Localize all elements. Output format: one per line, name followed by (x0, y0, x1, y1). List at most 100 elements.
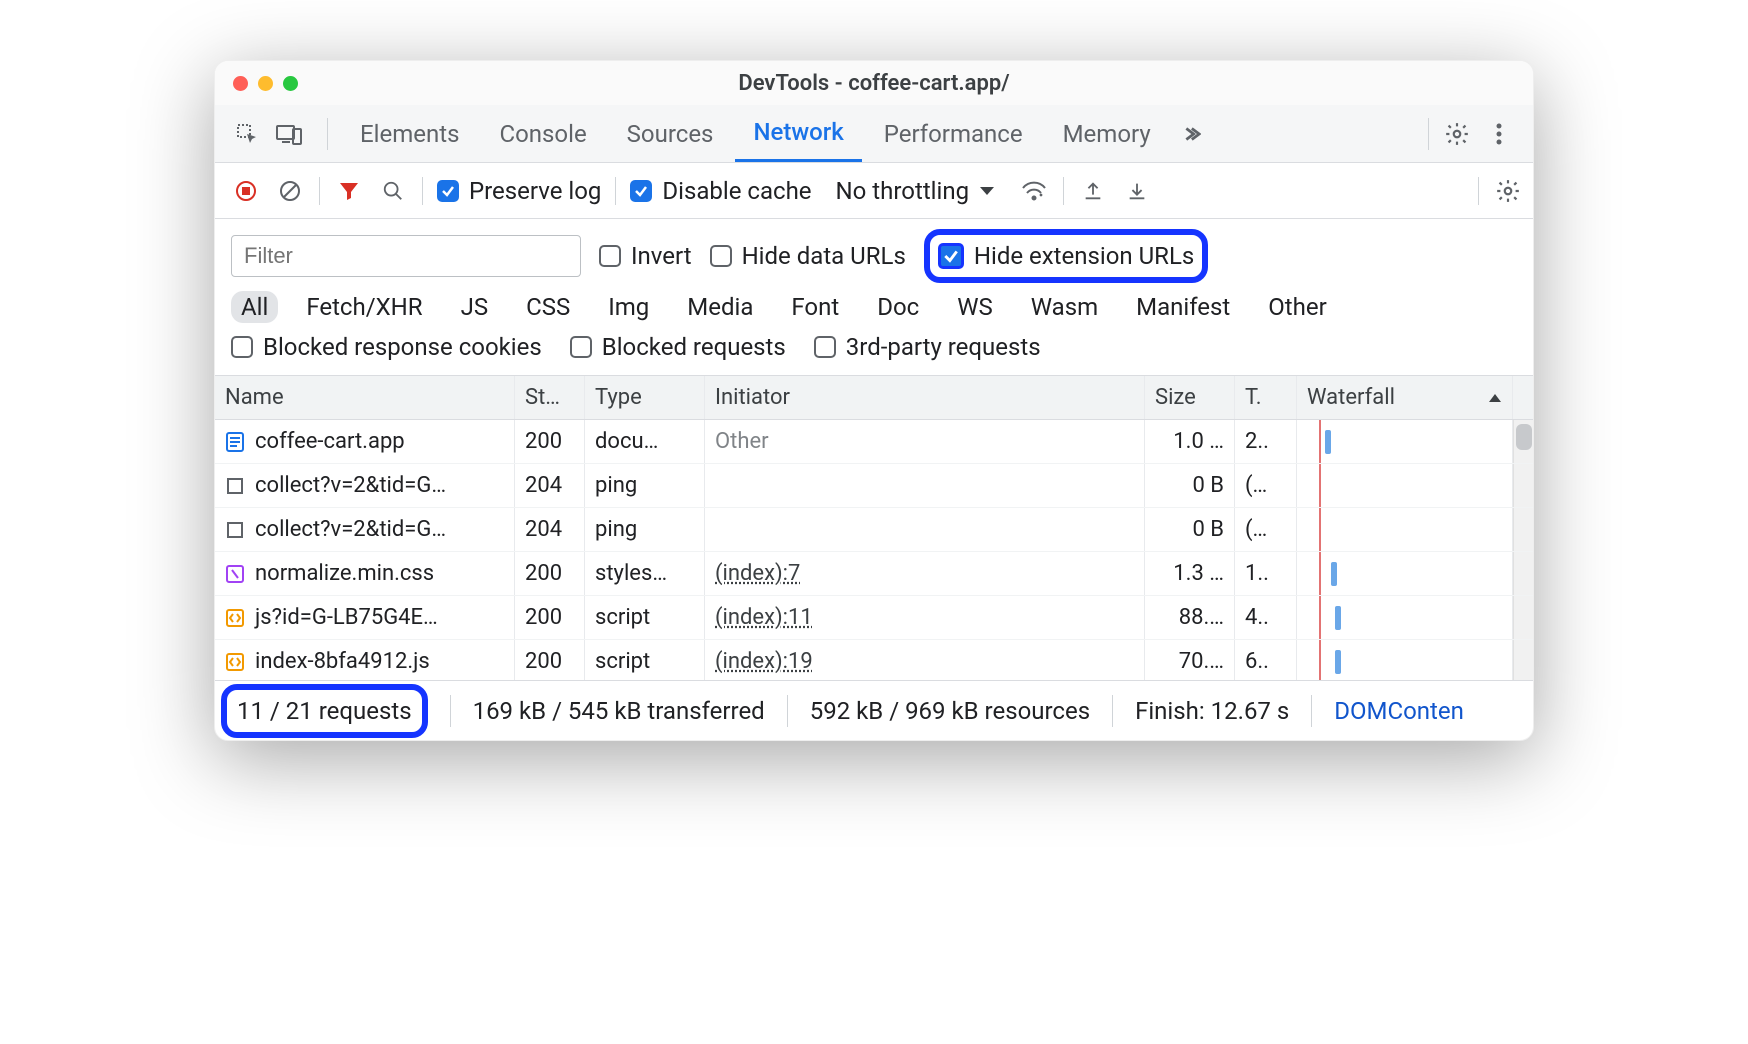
tab-network[interactable]: Network (735, 105, 861, 162)
table-row[interactable]: collect?v=2&tid=G…204ping0 B(… (215, 508, 1533, 552)
network-settings-icon[interactable] (1493, 176, 1523, 206)
table-row[interactable]: normalize.min.css200styles…(index):71.3 … (215, 552, 1533, 596)
col-waterfall[interactable]: Waterfall (1297, 376, 1513, 419)
hide-data-urls-checkbox[interactable]: Hide data URLs (710, 242, 906, 270)
third-party-label: 3rd-party requests (846, 333, 1041, 361)
table-row[interactable]: js?id=G-LB75G4E…200script(index):1188.…4… (215, 596, 1533, 640)
tab-console[interactable]: Console (481, 105, 604, 162)
request-type: styles… (585, 552, 705, 595)
filter-icon[interactable] (334, 176, 364, 206)
chip-doc[interactable]: Doc (867, 291, 929, 323)
preserve-log-checkbox[interactable]: Preserve log (437, 177, 601, 205)
chip-all[interactable]: All (231, 291, 278, 323)
tab-sources[interactable]: Sources (609, 105, 732, 162)
transferred-size: 169 kB / 545 kB transferred (473, 697, 765, 725)
col-time[interactable]: T. (1235, 376, 1297, 419)
separator (319, 177, 320, 205)
separator (422, 177, 423, 205)
chip-media[interactable]: Media (677, 291, 763, 323)
request-size: 1.3 … (1145, 552, 1235, 595)
more-tabs-button[interactable] (1173, 123, 1207, 145)
col-initiator[interactable]: Initiator (705, 376, 1145, 419)
network-conditions-icon[interactable] (1019, 176, 1049, 206)
upload-har-icon[interactable] (1078, 176, 1108, 206)
table-row[interactable]: coffee-cart.app200docu…Other1.0 …2.. (215, 420, 1533, 464)
tab-memory[interactable]: Memory (1045, 105, 1169, 162)
scrollbar[interactable] (1513, 464, 1533, 507)
request-initiator: (index):7 (705, 552, 1145, 595)
table-header: Name St… Type Initiator Size T. Waterfal… (215, 376, 1533, 420)
throttling-select[interactable]: No throttling (826, 173, 1006, 209)
chip-other[interactable]: Other (1258, 291, 1336, 323)
chip-manifest[interactable]: Manifest (1126, 291, 1240, 323)
table-row[interactable]: index-8bfa4912.js200script(index):1970.…… (215, 640, 1533, 680)
chip-js[interactable]: JS (451, 291, 499, 323)
request-status: 200 (515, 640, 585, 680)
chip-img[interactable]: Img (598, 291, 659, 323)
settings-icon[interactable] (1443, 120, 1471, 148)
request-initiator (705, 464, 1145, 507)
blocked-requests-label: Blocked requests (602, 333, 786, 361)
request-time: (… (1235, 464, 1297, 507)
request-status: 200 (515, 552, 585, 595)
scrollbar[interactable] (1513, 552, 1533, 595)
separator (615, 177, 616, 205)
request-status: 204 (515, 464, 585, 507)
chip-ws[interactable]: WS (947, 291, 1003, 323)
chip-fetchxhr[interactable]: Fetch/XHR (296, 291, 432, 323)
disable-cache-label: Disable cache (662, 177, 811, 205)
hide-extension-urls-label: Hide extension URLs (974, 242, 1194, 270)
tab-performance[interactable]: Performance (866, 105, 1041, 162)
request-time: (… (1235, 508, 1297, 551)
hide-extension-urls-checkbox[interactable]: Hide extension URLs (938, 242, 1194, 270)
invert-checkbox[interactable]: Invert (599, 242, 692, 270)
request-name: index-8bfa4912.js (255, 649, 430, 674)
filter-bar: Invert Hide data URLs Hide extension URL… (215, 219, 1533, 283)
inspect-element-icon[interactable] (233, 120, 261, 148)
search-icon[interactable] (378, 176, 408, 206)
tab-elements[interactable]: Elements (342, 105, 477, 162)
finish-time: Finish: 12.67 s (1135, 697, 1289, 725)
waterfall-cell (1297, 420, 1513, 463)
hide-data-urls-label: Hide data URLs (742, 242, 906, 270)
chip-font[interactable]: Font (781, 291, 849, 323)
file-type-icon (225, 652, 245, 672)
third-party-checkbox[interactable]: 3rd-party requests (814, 333, 1041, 361)
requests-table: Name St… Type Initiator Size T. Waterfal… (215, 376, 1533, 680)
col-size[interactable]: Size (1145, 376, 1235, 419)
record-button[interactable] (231, 176, 261, 206)
request-initiator: (index):19 (705, 640, 1145, 680)
scrollbar[interactable] (1513, 420, 1533, 463)
table-row[interactable]: collect?v=2&tid=G…204ping0 B(… (215, 464, 1533, 508)
waterfall-cell (1297, 508, 1513, 551)
waterfall-cell (1297, 464, 1513, 507)
scrollbar[interactable] (1513, 508, 1533, 551)
col-status[interactable]: St… (515, 376, 585, 419)
request-type: script (585, 640, 705, 680)
request-name: js?id=G-LB75G4E… (255, 605, 438, 630)
download-har-icon[interactable] (1122, 176, 1152, 206)
blocked-requests-checkbox[interactable]: Blocked requests (570, 333, 786, 361)
throttling-label: No throttling (836, 177, 970, 205)
request-size: 0 B (1145, 508, 1235, 551)
file-type-icon (225, 564, 245, 584)
request-status: 204 (515, 508, 585, 551)
clear-button[interactable] (275, 176, 305, 206)
preserve-log-label: Preserve log (469, 177, 601, 205)
chip-css[interactable]: CSS (516, 291, 580, 323)
device-toolbar-icon[interactable] (275, 120, 303, 148)
waterfall-cell (1297, 596, 1513, 639)
disable-cache-checkbox[interactable]: Disable cache (630, 177, 811, 205)
chip-wasm[interactable]: Wasm (1021, 291, 1108, 323)
request-name: collect?v=2&tid=G… (255, 473, 446, 498)
kebab-menu-icon[interactable] (1485, 120, 1513, 148)
resources-size: 592 kB / 969 kB resources (810, 697, 1090, 725)
col-type[interactable]: Type (585, 376, 705, 419)
filter-input[interactable] (231, 235, 581, 277)
status-bar: 11 / 21 requests 169 kB / 545 kB transfe… (215, 680, 1533, 740)
scrollbar[interactable] (1513, 640, 1533, 680)
scrollbar[interactable] (1513, 596, 1533, 639)
blocked-cookies-checkbox[interactable]: Blocked response cookies (231, 333, 542, 361)
request-status: 200 (515, 596, 585, 639)
col-name[interactable]: Name (215, 376, 515, 419)
